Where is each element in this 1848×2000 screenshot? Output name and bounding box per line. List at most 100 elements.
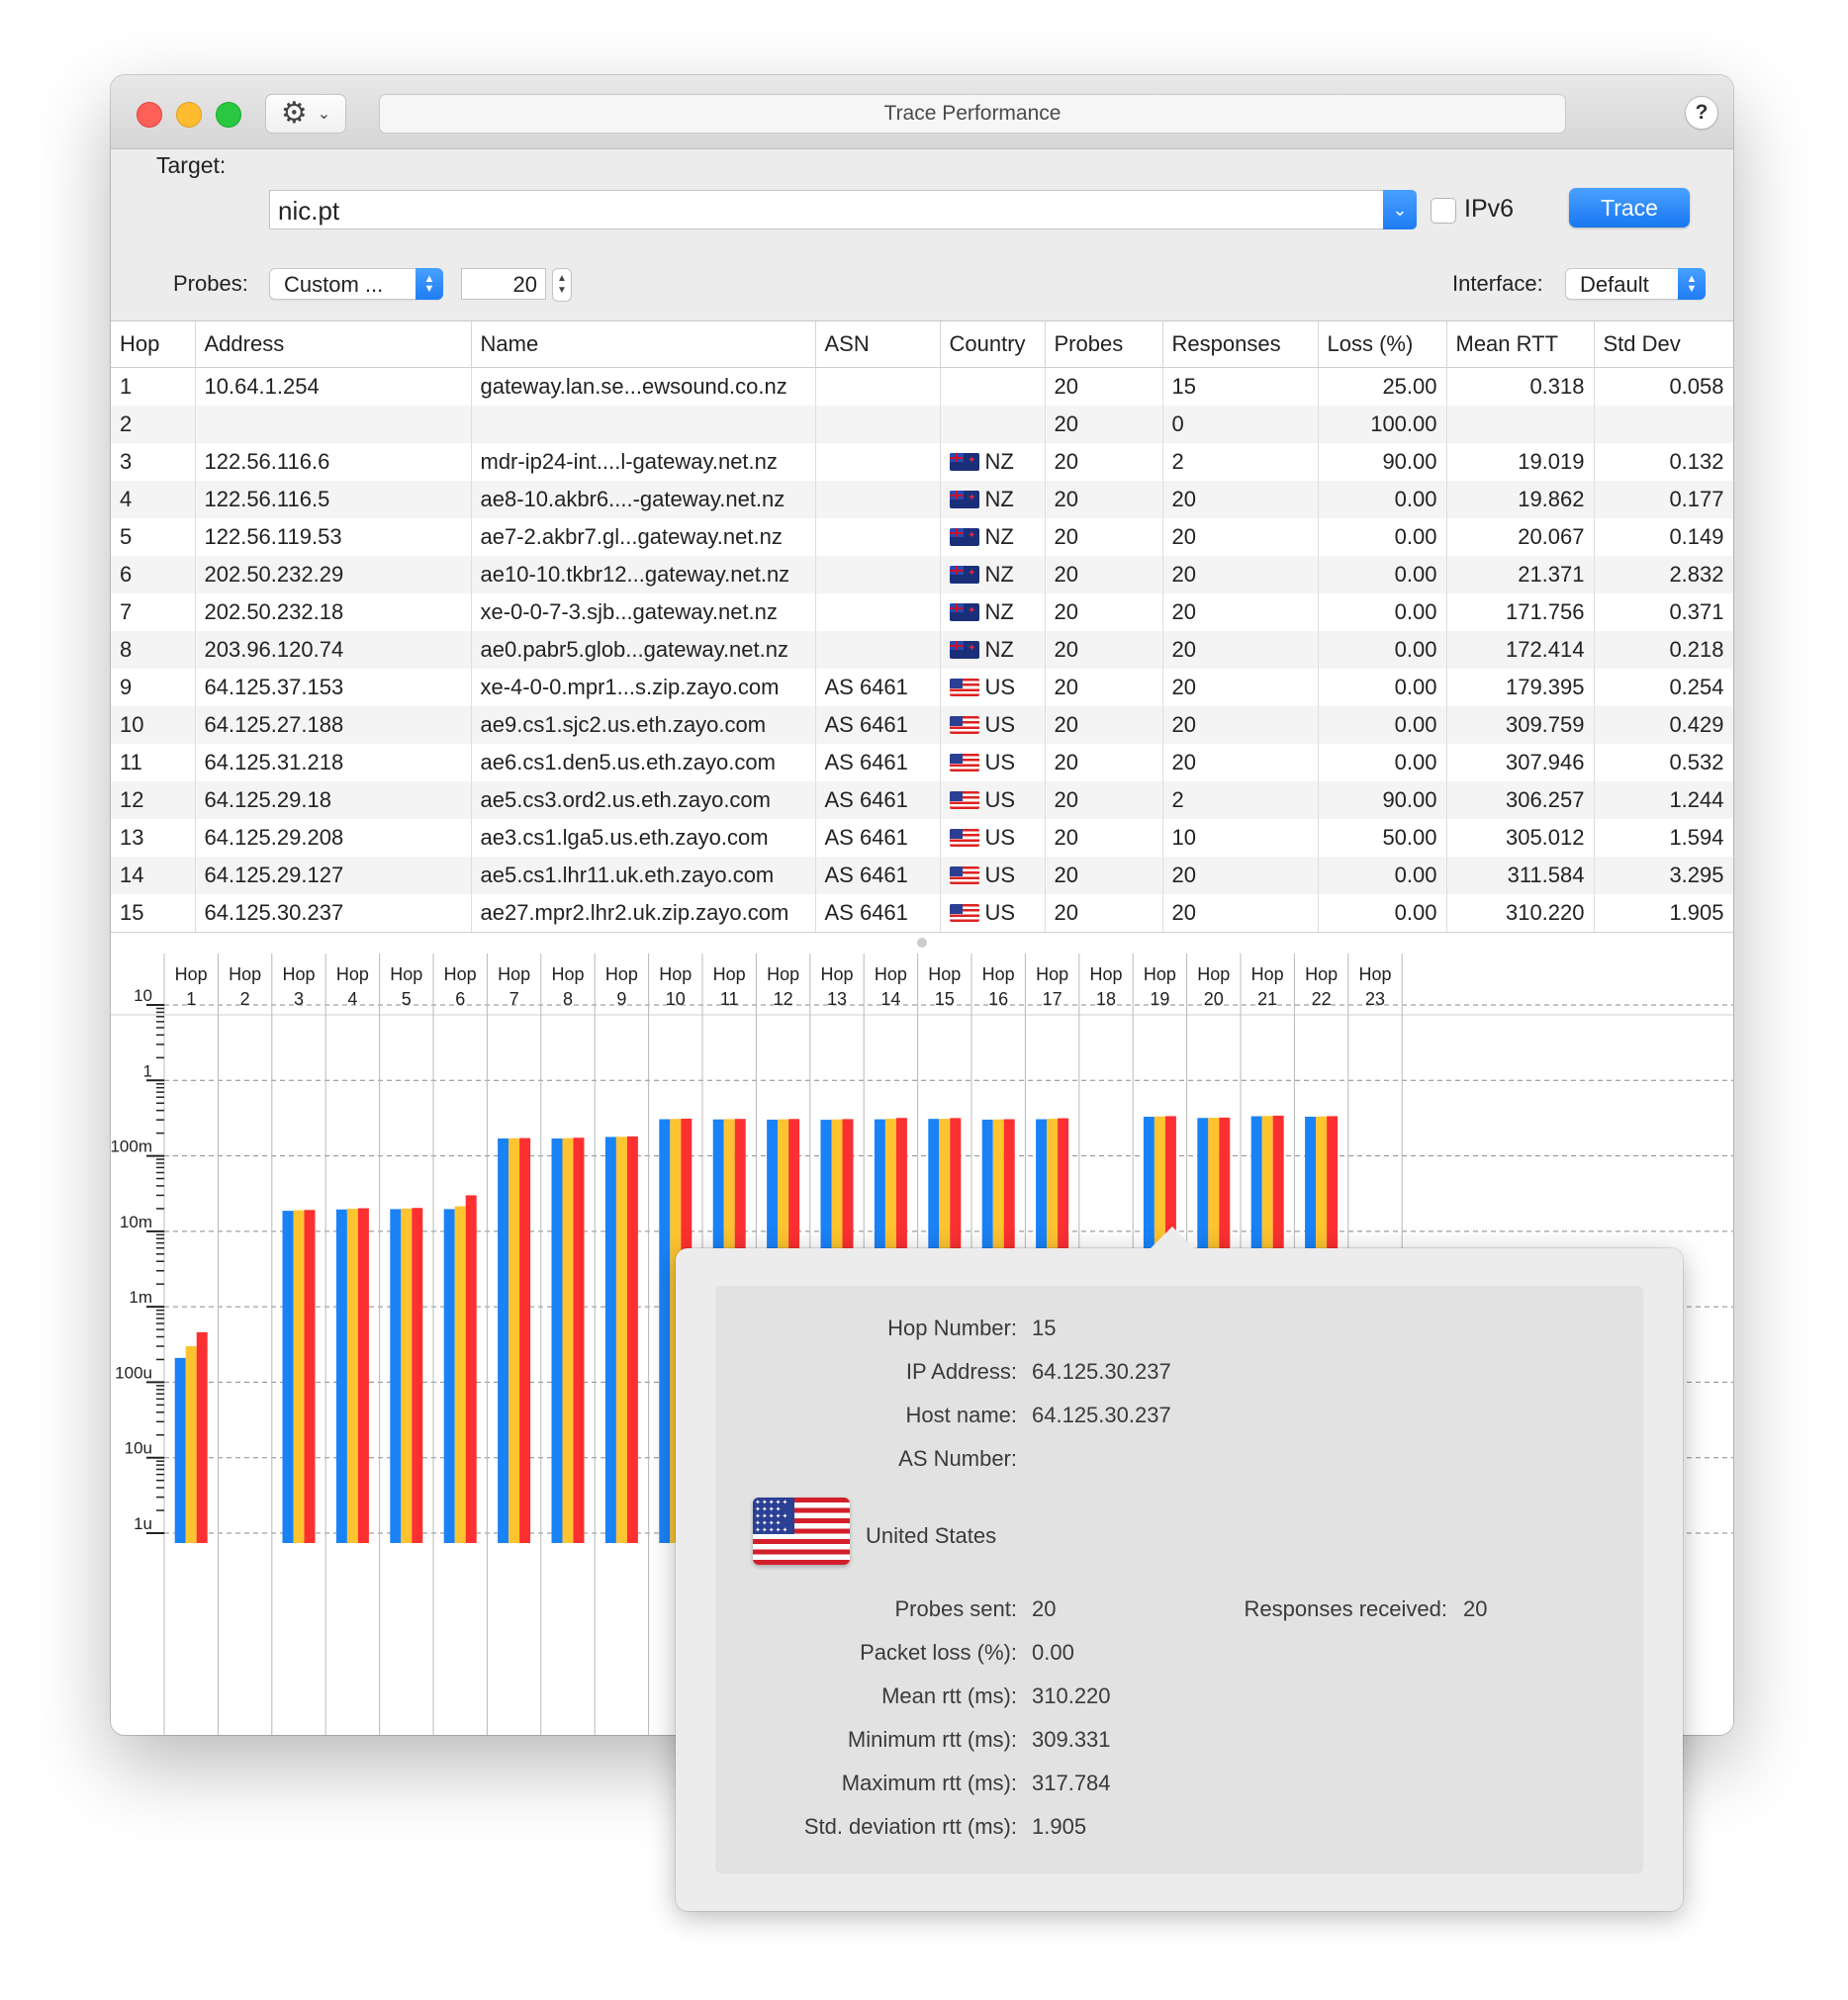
zoom-window-button[interactable]: [216, 102, 241, 128]
action-menu-button[interactable]: ⚙ ⌄: [265, 94, 346, 134]
y-tick-label: 1u: [134, 1514, 152, 1533]
target-input[interactable]: nic.pt: [269, 190, 1399, 229]
cell-asn: AS 6461: [815, 894, 941, 932]
table-row[interactable]: 3 122.56.116.6 mdr-ip24-int....l-gateway.n…: [111, 443, 1733, 481]
minimize-window-button[interactable]: [176, 102, 202, 128]
column-header-loss[interactable]: Loss (%): [1318, 321, 1447, 368]
cell-loss: 0.00: [1318, 669, 1447, 706]
column-header-country[interactable]: Country: [940, 321, 1046, 368]
target-history-dropdown[interactable]: ⌄: [1383, 190, 1417, 229]
hop-column-header: Hop: [659, 964, 692, 984]
column-header-name[interactable]: Name: [471, 321, 816, 368]
rtt-bar: [282, 1211, 294, 1543]
cell-loss: 0.00: [1318, 593, 1447, 631]
cell-std-dev: 1.244: [1594, 781, 1733, 819]
cell-mean-rtt: 20.067: [1446, 518, 1595, 556]
hops-table[interactable]: Hop Address Name ASN Country Probes Responses L…: [111, 320, 1733, 933]
cell-responses: 20: [1162, 894, 1319, 932]
table-row[interactable]: 15 64.125.30.237 ae27.mpr2.lhr2.uk.zip.zay…: [111, 894, 1733, 932]
cell-hop: 5: [111, 518, 196, 556]
us-flag-icon: [949, 716, 979, 734]
cell-name: ae27.mpr2.lhr2.uk.zip.zayo.com: [471, 894, 816, 932]
hop-column-header: Hop: [229, 964, 261, 984]
hop-column-number: 14: [880, 989, 900, 1009]
column-header-probes[interactable]: Probes: [1045, 321, 1163, 368]
column-header-asn[interactable]: ASN: [815, 321, 941, 368]
table-row[interactable]: 4 122.56.116.5 ae8-10.akbr6....-gateway.ne…: [111, 481, 1733, 518]
hop-number-label: Hop Number:: [887, 1316, 1017, 1340]
cell-address: 64.125.29.18: [195, 781, 472, 819]
table-row[interactable]: 8 203.96.120.74 ae0.pabr5.glob...gateway.n…: [111, 631, 1733, 669]
country-code: NZ: [984, 599, 1014, 624]
cell-probes: 20: [1045, 857, 1163, 894]
probes-mode-popup[interactable]: Custom ... ▲ ▼: [269, 268, 443, 300]
cell-address: 64.125.27.188: [195, 706, 472, 744]
hop-column-number: 16: [988, 989, 1008, 1009]
hop-column-number: 5: [402, 989, 412, 1009]
y-tick-label: 100u: [115, 1363, 152, 1382]
ipv6-checkbox[interactable]: [1431, 198, 1456, 224]
table-row[interactable]: 10 64.125.27.188 ae9.cs1.sjc2.us.eth.zayo.…: [111, 706, 1733, 744]
probes-count-field[interactable]: 20: [461, 268, 546, 300]
packet-loss-label: Packet loss (%):: [860, 1640, 1017, 1665]
divider-handle[interactable]: [917, 938, 927, 948]
table-row[interactable]: 14 64.125.29.127 ae5.cs1.lhr11.uk.eth.zayo…: [111, 857, 1733, 894]
help-button[interactable]: ?: [1685, 96, 1718, 130]
updown-chevron-icon: ▲ ▼: [1678, 268, 1706, 300]
cell-name: ae3.cs1.lga5.us.eth.zayo.com: [471, 819, 816, 857]
interface-popup[interactable]: Default ▲ ▼: [1565, 268, 1706, 300]
table-row[interactable]: 9 64.125.37.153 xe-4-0-0.mpr1...s.zip.zayo…: [111, 669, 1733, 706]
y-tick-label: 10m: [120, 1213, 152, 1231]
column-header-responses[interactable]: Responses: [1162, 321, 1319, 368]
hop-column-header: Hop: [444, 964, 477, 984]
hop-column-header: Hop: [1036, 964, 1068, 984]
hop-column-number: 7: [509, 989, 519, 1009]
column-header-address[interactable]: Address: [195, 321, 472, 368]
table-row[interactable]: 7 202.50.232.18 xe-0-0-7-3.sjb...gateway.n…: [111, 593, 1733, 631]
table-row[interactable]: 13 64.125.29.208 ae3.cs1.lga5.us.eth.zayo.…: [111, 819, 1733, 857]
cell-country: US: [940, 894, 1046, 932]
cell-asn: [815, 518, 941, 556]
hop-column-header: Hop: [713, 964, 746, 984]
table-body: 1 10.64.1.254 gateway.lan.se...ewsound.co.…: [111, 367, 1733, 932]
table-row[interactable]: 1 10.64.1.254 gateway.lan.se...ewsound.co.…: [111, 367, 1733, 406]
cell-loss: 50.00: [1318, 819, 1447, 857]
cell-std-dev: 0.429: [1594, 706, 1733, 744]
hop-column-header: Hop: [982, 964, 1015, 984]
us-flag-icon: [949, 829, 979, 847]
cell-country: NZ: [940, 631, 1046, 669]
probes-sent-label: Probes sent:: [894, 1596, 1017, 1621]
cell-address: 64.125.31.218: [195, 744, 472, 781]
table-row[interactable]: 2 20 0 100.00: [111, 406, 1733, 443]
cell-address: 122.56.119.53: [195, 518, 472, 556]
column-header-hop[interactable]: Hop: [111, 321, 196, 368]
close-window-button[interactable]: [137, 102, 162, 128]
cell-address: 64.125.30.237: [195, 894, 472, 932]
column-header-std-dev[interactable]: Std Dev: [1594, 321, 1733, 368]
table-row[interactable]: 5 122.56.119.53 ae7-2.akbr7.gl...gateway.n…: [111, 518, 1733, 556]
cell-country: US: [940, 857, 1046, 894]
cell-mean-rtt: 171.756: [1446, 593, 1595, 631]
mean-rtt-value: 310.220: [1032, 1683, 1111, 1708]
cell-name: mdr-ip24-int....l-gateway.net.nz: [471, 443, 816, 481]
cell-responses: 20: [1162, 857, 1319, 894]
split-view-divider[interactable]: [111, 932, 1733, 955]
rtt-bar: [604, 1136, 616, 1543]
probes-count-stepper[interactable]: ▲ ▼: [552, 268, 572, 302]
cell-address: 202.50.232.29: [195, 556, 472, 593]
cell-probes: 20: [1045, 556, 1163, 593]
nz-flag-icon: [949, 566, 979, 584]
cell-mean-rtt: 21.371: [1446, 556, 1595, 593]
table-row[interactable]: 11 64.125.31.218 ae6.cs1.den5.us.eth.zayo.…: [111, 744, 1733, 781]
rtt-bar: [401, 1208, 413, 1543]
trace-button[interactable]: Trace: [1569, 188, 1690, 227]
table-row[interactable]: 12 64.125.29.18 ae5.cs3.ord2.us.eth.zayo.c…: [111, 781, 1733, 819]
cell-mean-rtt: 179.395: [1446, 669, 1595, 706]
cell-loss: 0.00: [1318, 631, 1447, 669]
column-header-mean-rtt[interactable]: Mean RTT: [1446, 321, 1595, 368]
rtt-bar: [357, 1208, 369, 1543]
table-row[interactable]: 6 202.50.232.29 ae10-10.tkbr12...gateway.n…: [111, 556, 1733, 593]
hop-column-header: Hop: [336, 964, 369, 984]
cell-mean-rtt: 309.759: [1446, 706, 1595, 744]
cell-mean-rtt: 19.019: [1446, 443, 1595, 481]
